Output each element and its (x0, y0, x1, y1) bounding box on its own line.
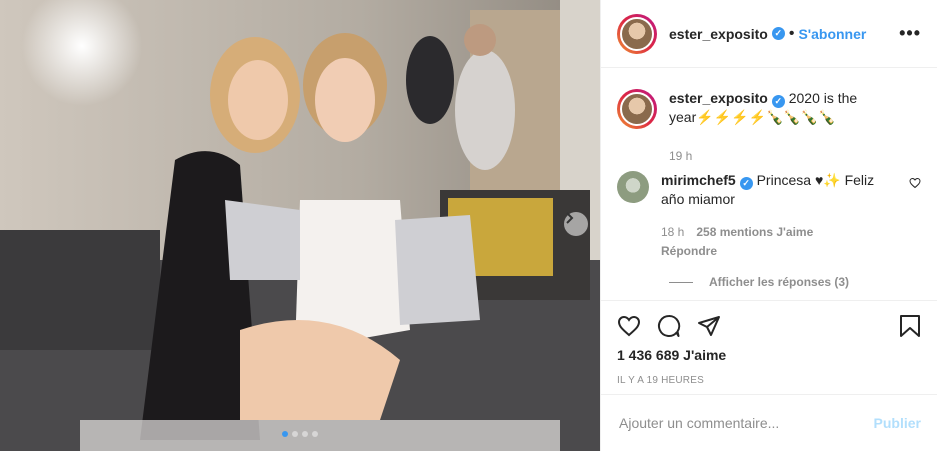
verified-badge-icon: ✓ (771, 27, 785, 40)
author-avatar[interactable] (617, 13, 657, 54)
comment-input[interactable] (617, 414, 874, 432)
carousel-dot (282, 431, 288, 437)
post-actions: 1 436 689 J'aime IL Y A 19 HEURES (601, 300, 937, 386)
likes-count[interactable]: 1 436 689 J'aime (617, 347, 921, 363)
view-replies-button[interactable]: Afficher les réponses (3) (669, 275, 921, 289)
comment-username[interactable]: mirimchef5 (661, 172, 736, 188)
carousel-dot (292, 431, 298, 437)
photo-illustration (0, 0, 600, 451)
comment-likes[interactable]: 258 mentions J'aime (696, 223, 813, 242)
carousel-indicator (0, 431, 600, 437)
caption-avatar[interactable] (617, 89, 657, 129)
verified-badge-icon: ✓ (771, 95, 785, 108)
avatar-image (620, 92, 654, 126)
caption: ester_exposito ✓ 2020 is the year⚡⚡⚡⚡🍾🍾🍾🍾 (617, 89, 921, 129)
carousel-dot (312, 431, 318, 437)
instagram-post: ester_exposito ✓ • S'abonner ••• ester_e… (0, 0, 937, 451)
post-photo[interactable] (0, 0, 600, 451)
like-comment-heart-icon[interactable] (909, 177, 921, 189)
author-username[interactable]: ester_exposito (669, 26, 768, 42)
post-header: ester_exposito ✓ • S'abonner ••• (601, 0, 937, 68)
post-timestamp[interactable]: IL Y A 19 HEURES (617, 375, 921, 386)
reply-button[interactable]: Répondre (661, 242, 901, 261)
post-side-panel: ester_exposito ✓ • S'abonner ••• ester_e… (600, 0, 937, 451)
publish-button[interactable]: Publier (874, 415, 921, 431)
caption-body: ester_exposito ✓ 2020 is the year⚡⚡⚡⚡🍾🍾🍾🍾 (669, 89, 921, 127)
like-heart-icon[interactable] (617, 314, 641, 338)
next-photo-button[interactable] (564, 212, 588, 236)
add-comment-bar: Publier (601, 394, 937, 451)
caption-time[interactable]: 19 h (669, 149, 921, 163)
caption-username[interactable]: ester_exposito (669, 90, 768, 106)
verified-badge-icon: ✓ (739, 177, 753, 190)
comment-item: mirimchef5 ✓ Princesa ♥✨ Feliz año miamor… (617, 171, 921, 261)
carousel-dot (302, 431, 308, 437)
comment-meta: 18 h 258 mentions J'aime (661, 223, 901, 242)
commenter-avatar[interactable] (617, 171, 649, 203)
share-icon[interactable] (697, 314, 721, 338)
bookmark-icon[interactable] (899, 314, 921, 338)
more-options-icon[interactable]: ••• (899, 23, 921, 44)
action-icons (617, 311, 921, 341)
replies-divider (669, 281, 693, 283)
chevron-right-icon (566, 212, 574, 224)
follow-button[interactable]: S'abonner (798, 26, 866, 42)
comments-section: ester_exposito ✓ 2020 is the year⚡⚡⚡⚡🍾🍾🍾🍾… (601, 69, 937, 299)
comment-time[interactable]: 18 h (661, 223, 684, 242)
comment-icon[interactable] (657, 314, 681, 338)
avatar-image (620, 16, 654, 51)
view-replies-label: Afficher les réponses (3) (709, 275, 850, 289)
comment-body: mirimchef5 ✓ Princesa ♥✨ Feliz año miamor… (661, 171, 901, 261)
header-separator: • (788, 24, 795, 42)
